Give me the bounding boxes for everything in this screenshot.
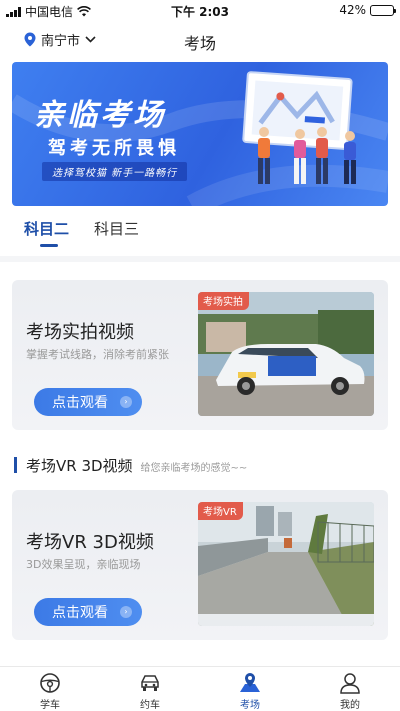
watch-button-label: 点击观看 xyxy=(52,605,108,621)
car-photo-image xyxy=(198,292,374,416)
nav-item-exam-site[interactable]: 考场 xyxy=(220,672,280,711)
tabs-divider xyxy=(0,256,400,262)
card-title: 考场实拍视频 xyxy=(26,322,134,343)
subject-tabs: 科目二 科目三 xyxy=(0,216,400,252)
banner-title: 亲临考场 xyxy=(34,98,166,133)
nav-label: 我的 xyxy=(340,700,360,711)
page-title: 考场 xyxy=(183,34,216,53)
battery-percent: 42% xyxy=(339,3,366,17)
section-title: 考场VR 3D视频 xyxy=(26,456,133,475)
header: 南宁市 考场 xyxy=(0,22,400,58)
nav-item-profile[interactable]: 我的 xyxy=(320,672,380,711)
vr-road-photo[interactable]: 考场VR xyxy=(198,502,374,626)
steering-wheel-icon xyxy=(40,673,60,693)
road-photo-image xyxy=(198,502,374,626)
tab-subject-two[interactable]: 科目二 xyxy=(24,218,69,239)
section-subtitle: 给您亲临考场的感觉~~ xyxy=(140,463,248,474)
watch-button-label: 点击观看 xyxy=(52,395,108,411)
map-pin-icon xyxy=(240,673,260,692)
active-tab-indicator xyxy=(40,244,58,247)
promo-banner[interactable]: 亲临考场 驾考无所畏惧 选择驾校猫 新手一路畅行 xyxy=(12,62,388,206)
nav-item-book[interactable]: 约车 xyxy=(120,672,180,711)
status-right: 42% xyxy=(339,3,396,17)
section-heading: 考场VR 3D视频 给您亲临考场的感觉~~ xyxy=(14,454,394,476)
nav-label: 约车 xyxy=(140,700,160,711)
exam-video-card[interactable]: 考场实拍视频 掌握考试线路，消除考前紧张 点击观看 › 考场实拍 xyxy=(12,280,388,430)
banner-subtitle: 驾考无所畏惧 xyxy=(48,138,180,159)
card-description: 3D效果呈现，亲临现场 xyxy=(26,558,141,571)
chevron-right-icon: › xyxy=(120,396,132,408)
watch-button[interactable]: 点击观看 › xyxy=(34,388,142,416)
photo-tag: 考场VR xyxy=(198,502,243,520)
card-description: 掌握考试线路，消除考前紧张 xyxy=(26,348,169,361)
banner-slogan: 选择驾校猫 新手一路畅行 xyxy=(42,162,188,181)
user-icon xyxy=(340,673,360,694)
status-bar: 中国电信 下午 2:03 42% xyxy=(0,0,400,20)
nav-label: 学车 xyxy=(40,700,60,711)
section-accent-bar xyxy=(14,457,17,473)
exam-car-photo[interactable]: 考场实拍 xyxy=(198,292,374,416)
chevron-right-icon: › xyxy=(120,606,132,618)
photo-tag: 考场实拍 xyxy=(198,292,249,310)
watch-button[interactable]: 点击观看 › xyxy=(34,598,142,626)
car-icon xyxy=(141,675,159,691)
bottom-nav: 学车 约车 考场 我的 xyxy=(0,666,400,711)
nav-item-learn[interactable]: 学车 xyxy=(20,672,80,711)
nav-label: 考场 xyxy=(240,700,260,711)
vr-video-card[interactable]: 考场VR 3D视频 3D效果呈现，亲临现场 点击观看 › 考场VR xyxy=(12,490,388,640)
battery-icon xyxy=(370,4,396,16)
tab-subject-three[interactable]: 科目三 xyxy=(94,218,139,239)
card-title: 考场VR 3D视频 xyxy=(26,532,154,553)
